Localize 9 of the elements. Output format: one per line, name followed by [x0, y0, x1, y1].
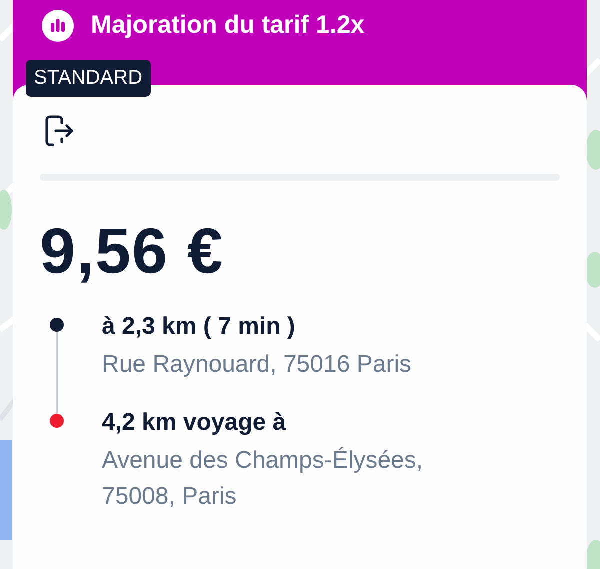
stop-address: Avenue des Champs-Élysées, 75008, Paris [102, 446, 424, 512]
surge-title: Majoration du tarif 1.2x [91, 10, 365, 41]
stop-distance: 4,2 km voyage à [102, 409, 288, 437]
fare-price: 9,56 € [40, 214, 225, 289]
stop-address: Rue Raynouard, 75016 Paris [102, 350, 413, 380]
stop-distance: à 2,3 km ( 7 min ) [102, 313, 296, 341]
category-badge: STANDARD [26, 60, 151, 97]
exit-icon [45, 115, 75, 147]
bar-chart-icon [42, 10, 74, 42]
